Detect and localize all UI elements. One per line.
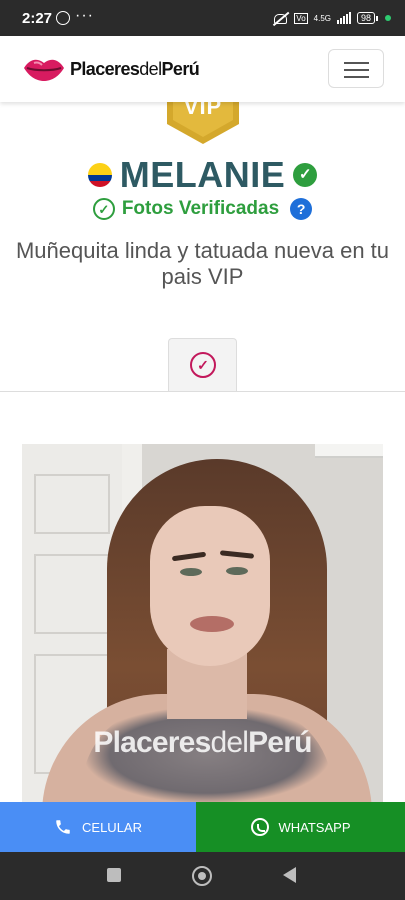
recents-icon[interactable] — [107, 868, 121, 882]
whatsapp-button[interactable]: WHATSAPP — [196, 802, 405, 852]
profile-description: Muñequita linda y tatuada nueva en tu pa… — [15, 238, 390, 289]
site-header: PlaceresdelPerú — [0, 36, 405, 102]
logo-text: PlaceresdelPerú — [70, 58, 200, 79]
mute-icon — [272, 12, 288, 25]
home-icon[interactable] — [192, 866, 212, 886]
check-outline-icon: ✓ — [92, 198, 115, 220]
hamburger-icon — [344, 62, 369, 64]
more-notifications-icon: ··· — [75, 7, 94, 24]
site-logo[interactable]: PlaceresdelPerú — [22, 56, 200, 82]
network-type: 4.5G — [313, 13, 331, 23]
colombia-flag-icon — [87, 163, 112, 187]
phone-icon — [56, 820, 70, 834]
whatsapp-icon — [250, 818, 269, 836]
call-label: CELULAR — [82, 819, 142, 835]
verified-check-icon: ✓ — [293, 163, 318, 187]
tab-verified[interactable]: ✓ — [168, 338, 237, 392]
verified-photos-row: ✓ Fotos Verificadas ? — [0, 198, 405, 220]
verified-photos-label: Fotos Verificadas — [121, 198, 280, 219]
status-icons: Vo 4.5G 98 — [272, 11, 391, 25]
battery-icon: 98 — [356, 12, 379, 24]
volte-badge: Vo — [294, 12, 308, 24]
system-nav-bar — [0, 852, 405, 900]
back-icon[interactable] — [283, 867, 296, 883]
profile-name-row: MELANIE ✓ — [0, 154, 405, 196]
profile-photo[interactable]: PlaceresdelPerú — [22, 444, 383, 804]
help-icon[interactable]: ? — [290, 198, 313, 220]
check-circle-icon: ✓ — [190, 352, 216, 378]
whatsapp-label: WHATSAPP — [278, 819, 351, 835]
menu-button[interactable] — [328, 49, 384, 88]
photo-watermark: PlaceresdelPerú — [93, 726, 312, 759]
lips-logo-icon — [24, 59, 64, 81]
signal-icon — [336, 12, 351, 24]
call-button[interactable]: CELULAR — [0, 802, 196, 852]
profile-name: MELANIE — [119, 154, 286, 195]
tab-divider — [0, 391, 405, 392]
status-time: 2:27 — [22, 10, 53, 27]
status-bar: 2:27 ··· Vo 4.5G 98 — [0, 0, 405, 36]
whatsapp-notification-icon — [56, 11, 70, 25]
privacy-dot-icon — [385, 15, 391, 21]
